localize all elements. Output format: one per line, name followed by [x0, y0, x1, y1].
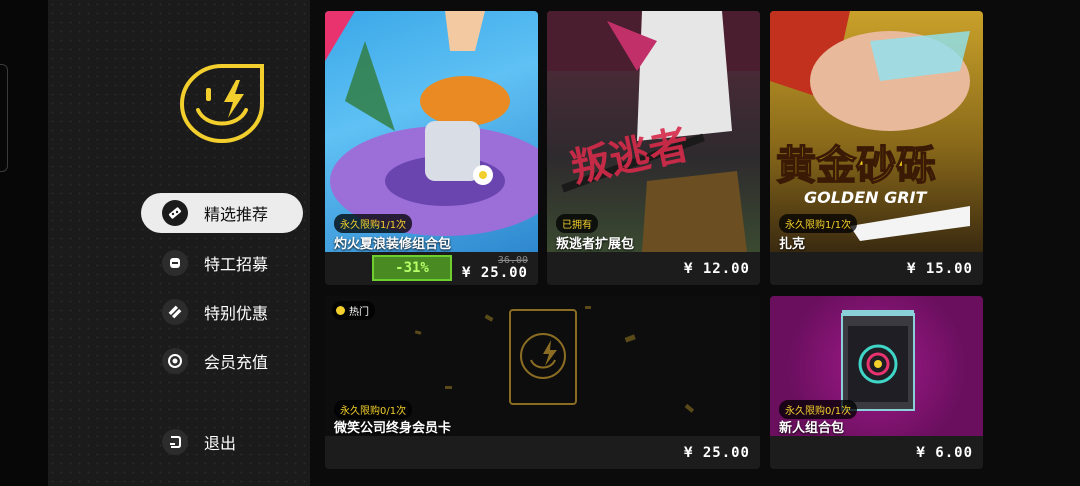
item-title: 扎克 [779, 237, 806, 252]
item-price: ¥ 12.00 [683, 261, 750, 277]
sidebar-item-offers[interactable]: 特别优惠 [141, 292, 303, 332]
sidebar-item-agents[interactable]: 特工招募 [141, 243, 303, 283]
card-footer: ¥ 15.00 [770, 252, 983, 285]
sidebar-item-label: 特别优惠 [204, 304, 269, 323]
sidebar-item-label: 特工招募 [204, 255, 269, 274]
side-handle[interactable] [0, 64, 8, 172]
purchase-limit-badge: 永久限购1/1次 [334, 214, 413, 233]
store-grid: 永久限购1/1次 灼火夏浪装修组合包 -31% 36.00 ¥ 25.00 叛逃… [310, 0, 1080, 486]
hot-badge: 热门 [332, 301, 375, 320]
store-card-lifetime-membership[interactable]: 热门 永久限购0/1次 微笑公司终身会员卡 ¥ 25.00 [325, 296, 760, 469]
agent-icon [162, 250, 188, 276]
sidebar-item-label: 退出 [204, 434, 237, 453]
golden-grit-art-title: 黄金砂砾 [776, 143, 936, 189]
item-title: 微笑公司终身会员卡 [334, 421, 452, 436]
sidebar-item-label: 精选推荐 [204, 205, 269, 224]
item-title: 叛逃者扩展包 [556, 237, 635, 252]
sidebar-item-featured[interactable]: 精选推荐 [141, 193, 303, 233]
golden-grit-art-subtitle: GOLDEN GRIT [804, 188, 928, 207]
item-title: 灼火夏浪装修组合包 [334, 237, 452, 252]
store-card-defector-pack[interactable]: 叛逃者 已拥有 叛逃者扩展包 ¥ 12.00 [547, 11, 760, 285]
sidebar-item-membership[interactable]: 会员充值 [141, 341, 303, 381]
smiley-logo-icon [179, 64, 264, 144]
sidebar-item-exit[interactable]: 退出 [141, 422, 303, 462]
store-card-newcomer-pack[interactable]: 永久限购0/1次 新人组合包 ¥ 6.00 [770, 296, 983, 469]
membership-icon [162, 348, 188, 374]
left-edge [0, 0, 48, 486]
purchase-limit-badge: 永久限购1/1次 [779, 214, 858, 233]
card-footer: -31% 36.00 ¥ 25.00 [325, 252, 538, 285]
sidebar-item-label: 会员充值 [204, 353, 269, 372]
offer-icon [162, 299, 188, 325]
item-price: ¥ 25.00 [683, 445, 750, 461]
item-title: 新人组合包 [779, 421, 845, 436]
store-card-summer-pack[interactable]: 永久限购1/1次 灼火夏浪装修组合包 -31% 36.00 ¥ 25.00 [325, 11, 538, 285]
item-price: ¥ 25.00 [461, 265, 528, 281]
exit-icon [162, 429, 188, 455]
discount-badge: -31% [372, 255, 452, 281]
card-footer: ¥ 12.00 [547, 252, 760, 285]
hot-icon [336, 306, 345, 315]
featured-icon [162, 200, 188, 226]
item-price: ¥ 15.00 [906, 261, 973, 277]
item-price: ¥ 6.00 [916, 445, 973, 461]
store-card-golden-grit[interactable]: 黄金砂砾 GOLDEN GRIT 永久限购1/1次 扎克 ¥ 15.00 [770, 11, 983, 285]
card-footer: ¥ 25.00 [325, 436, 760, 469]
owned-badge: 已拥有 [556, 214, 598, 233]
hot-label: 热门 [349, 307, 369, 318]
card-footer: ¥ 6.00 [770, 436, 983, 469]
